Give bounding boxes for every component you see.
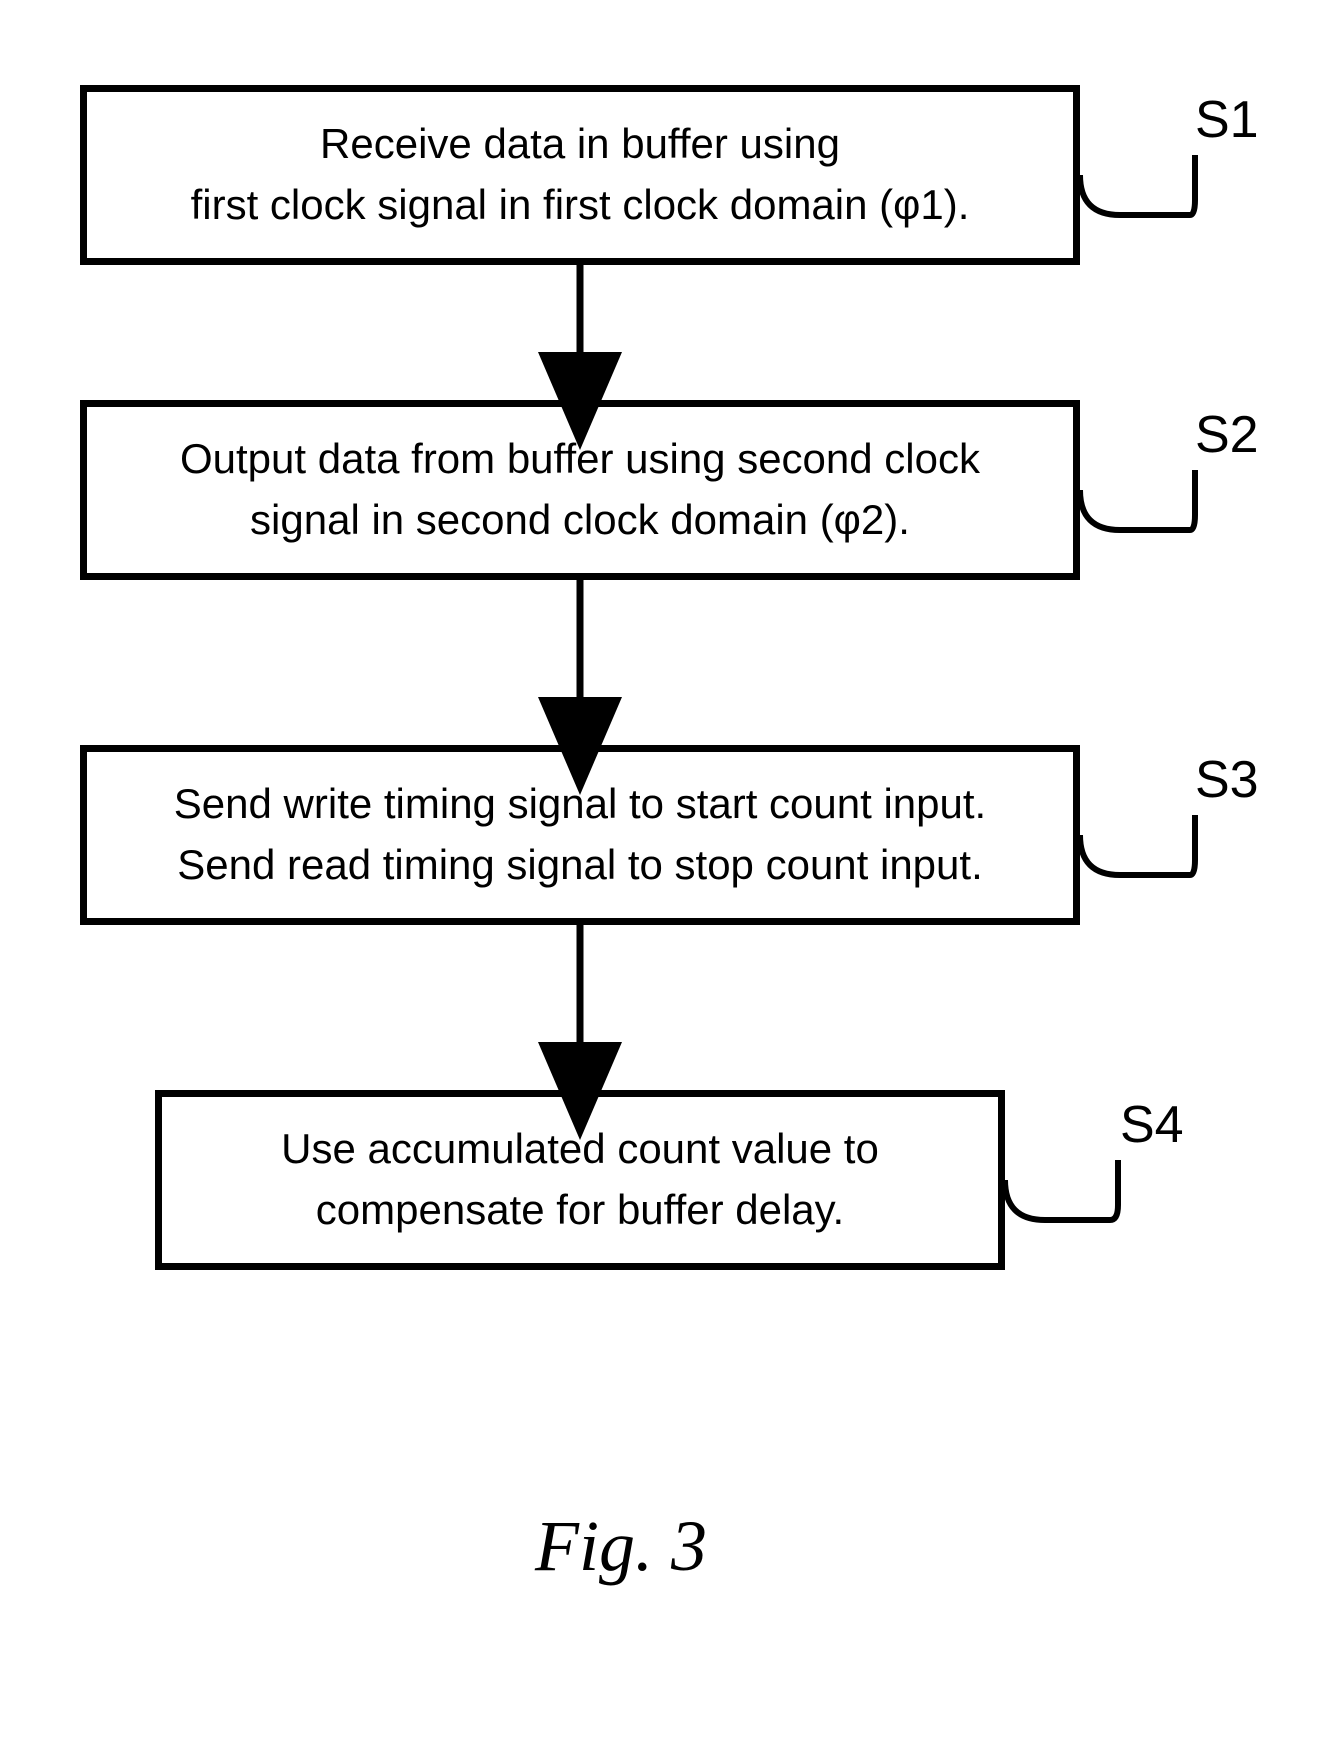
connector-s2 — [1080, 470, 1195, 530]
flow-step-s1-text: Receive data in buffer usingfirst clock … — [191, 114, 970, 236]
flow-step-s2: Output data from buffer using second clo… — [80, 400, 1080, 580]
connector-s3 — [1080, 815, 1195, 875]
flow-step-s2-label: S2 — [1195, 405, 1259, 465]
flow-step-s4-text: Use accumulated count value tocompensate… — [281, 1119, 879, 1241]
flow-step-s1: Receive data in buffer usingfirst clock … — [80, 85, 1080, 265]
connector-s1 — [1080, 155, 1195, 215]
flow-step-s3-text: Send write timing signal to start count … — [174, 774, 986, 896]
flow-step-s3-label: S3 — [1195, 750, 1259, 810]
flowchart-canvas: Receive data in buffer usingfirst clock … — [0, 0, 1323, 1760]
flow-step-s3: Send write timing signal to start count … — [80, 745, 1080, 925]
figure-caption: Fig. 3 — [535, 1505, 707, 1588]
flow-step-s1-label: S1 — [1195, 90, 1259, 150]
flow-step-s4-label: S4 — [1120, 1095, 1184, 1155]
connector-s4 — [1005, 1160, 1118, 1220]
flow-step-s4: Use accumulated count value tocompensate… — [155, 1090, 1005, 1270]
flow-step-s2-text: Output data from buffer using second clo… — [180, 429, 980, 551]
